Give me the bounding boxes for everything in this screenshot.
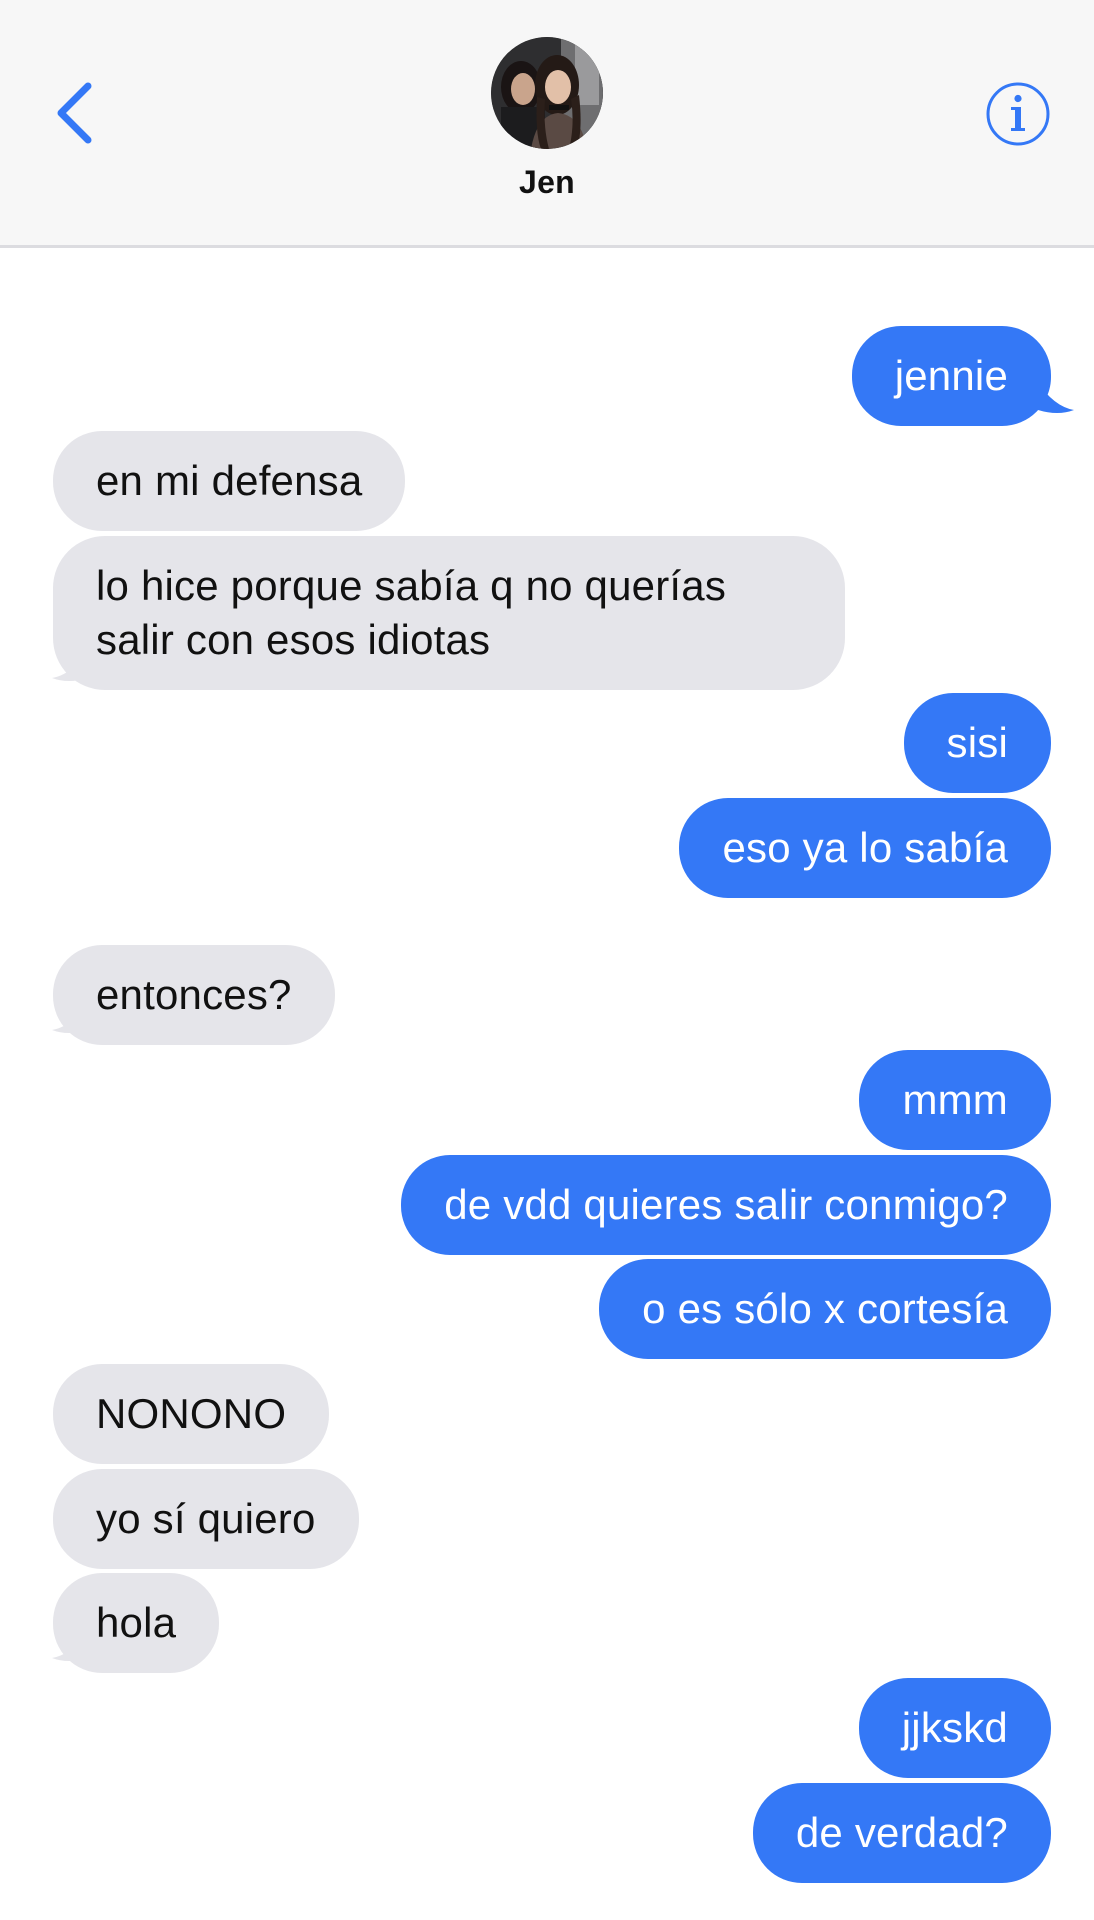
message-bubble-outgoing[interactable]: o es sólo x cortesía	[599, 1259, 1051, 1359]
message-text: lo hice porque sabía q no querías salir …	[96, 562, 727, 663]
message-text: en mi defensa	[96, 457, 363, 504]
message-bubble-incoming[interactable]: en mi defensa	[53, 431, 406, 531]
message-text: de verdad?	[795, 1809, 1008, 1856]
message-text: mmm	[902, 1076, 1008, 1123]
message-bubble-outgoing[interactable]: sisi	[903, 693, 1051, 793]
info-button[interactable]	[984, 80, 1052, 148]
avatar-photo	[491, 37, 603, 149]
info-circle-icon	[986, 82, 1050, 146]
message-bubble-outgoing[interactable]: de vdd quieres salir conmigo?	[401, 1155, 1051, 1255]
message-text: hola	[96, 1599, 177, 1646]
message-text: de vdd quieres salir conmigo?	[444, 1181, 1008, 1228]
bubble-tail-outgoing	[1030, 370, 1074, 413]
message-bubble-outgoing[interactable]: mmm	[859, 1050, 1051, 1150]
message-text: o es sólo x cortesía	[642, 1285, 1008, 1332]
message-text: eso ya lo sabía	[722, 824, 1008, 871]
message-bubble-incoming[interactable]: yo sí quiero	[53, 1469, 359, 1569]
message-text: entonces?	[96, 971, 292, 1018]
message-text: jennie	[894, 352, 1008, 399]
bubble-tail-incoming	[52, 1618, 96, 1661]
message-text: NONONO	[96, 1390, 287, 1437]
contact-avatar[interactable]	[491, 37, 603, 149]
messages-screen: Jen jennie en mi defensa lo hice porque …	[0, 0, 1094, 1920]
message-bubble-incoming[interactable]: NONONO	[53, 1364, 330, 1464]
bubble-tail-incoming	[52, 638, 96, 681]
message-bubble-outgoing[interactable]: jjkskd	[858, 1678, 1051, 1778]
message-text: jjkskd	[901, 1704, 1008, 1751]
conversation-header: Jen	[0, 0, 1094, 248]
message-text: yo sí quiero	[96, 1495, 316, 1542]
message-bubble-outgoing[interactable]: jennie	[851, 326, 1051, 426]
contact-name[interactable]: Jen	[0, 164, 1094, 201]
bubble-tail-incoming	[52, 990, 96, 1033]
back-button[interactable]	[44, 78, 104, 148]
message-bubble-outgoing[interactable]: eso ya lo sabía	[679, 798, 1051, 898]
message-text: sisi	[946, 719, 1008, 766]
chevron-left-icon	[57, 82, 92, 144]
message-bubble-outgoing[interactable]: de verdad?	[752, 1783, 1051, 1883]
message-bubble-incoming[interactable]: lo hice porque sabía q no querías salir …	[53, 536, 845, 690]
